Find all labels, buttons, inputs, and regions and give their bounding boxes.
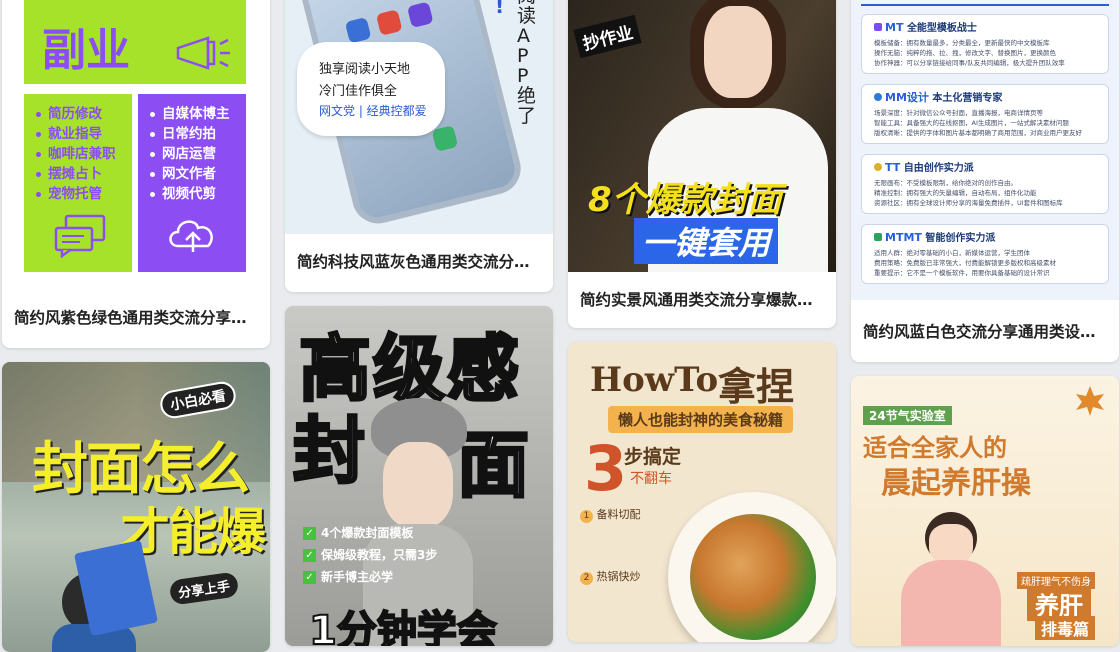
step-subtext: 不翻车 bbox=[630, 471, 672, 487]
bubble-line: 独享阅读小天地 bbox=[319, 62, 411, 77]
step1-label: 1 备料切配 bbox=[580, 506, 641, 523]
exclamation-mark: ! bbox=[495, 0, 505, 18]
tool-icon bbox=[874, 23, 882, 31]
step2-label: 2 热锅快炒 bbox=[580, 568, 641, 585]
tool-item: MTMT 智能创作实力派 适用人群：绝对零基础的小白，新媒体运营，学生团体 费用… bbox=[861, 224, 1109, 284]
left-list-panel: 简历修改 就业指导 咖啡店兼职 摆摊占卜 宠物托管 bbox=[24, 94, 132, 272]
card-thumbnail[interactable]: 抄作业 8个爆款封面 一键套用 bbox=[568, 0, 836, 272]
check-icon: ✓ bbox=[303, 571, 316, 584]
headline-line2: 封 bbox=[291, 408, 366, 495]
template-card[interactable]: 高级感 封 面 ✓ 4个爆款封面模板 ✓ 保姆级教程，只需3步 ✓ 新手博主必学 1分… bbox=[285, 306, 553, 646]
bottom-text: 1分钟学会 bbox=[308, 607, 498, 646]
list-item: 网店运营 bbox=[150, 144, 230, 164]
maple-leaf-icon bbox=[1076, 386, 1104, 416]
check-item: ✓ 保姆级教程，只需3步 bbox=[303, 546, 437, 563]
headline-text: 8个爆款封面 bbox=[588, 180, 782, 220]
bubble-line: 网文党 | 经典控都爱 bbox=[319, 104, 427, 118]
card-title[interactable]: 简约风蓝白色交流分享通用类设计工具小红书封面 bbox=[863, 320, 1107, 342]
check-item: ✓ 新手博主必学 bbox=[303, 568, 393, 585]
tool-item: MM设计 本土化营销专家 场景深度：针对微信公众号封面，直播海报，电商详情页等 … bbox=[861, 84, 1109, 144]
speech-bubble: 独享阅读小天地 冷门佳作俱全 网文党 | 经典控都爱 bbox=[297, 42, 445, 136]
bubble-line: 冷门佳作俱全 bbox=[319, 84, 398, 99]
person-with-folder bbox=[32, 532, 158, 652]
title-a: HowTo bbox=[590, 360, 719, 400]
list-item: 就业指导 bbox=[36, 124, 116, 144]
check-icon: ✓ bbox=[303, 549, 316, 562]
chat-bubbles-icon bbox=[54, 214, 106, 258]
card-title[interactable]: 简约风紫色绿色通用类交流分享副业赚钱小红书封面 bbox=[14, 306, 258, 328]
headline-line2: 晨起养肝操 bbox=[881, 466, 1031, 501]
tool-icon bbox=[874, 93, 882, 101]
template-card[interactable]: HowTo 拿捏 懒人也能封神的美食秘籍 3 步搞定 不翻车 1 备料切配 2 … bbox=[568, 342, 836, 642]
list-item: 咖啡店兼职 bbox=[36, 144, 116, 164]
title-b: 拿捏 bbox=[718, 365, 795, 409]
list-item: 网文作者 bbox=[150, 164, 230, 184]
tool-item: TT 自由创作实力派 无限画布：不受模板限制，给你绝对的创作自由。 精准控制：拥… bbox=[861, 154, 1109, 214]
tool-icon bbox=[874, 163, 882, 171]
ribbon-text: 懒人也能封神的美食秘籍 bbox=[608, 406, 794, 433]
template-card[interactable]: 24节气实验室 适合全家人的 晨起养肝操 疏肝理气不伤身 养肝 排毒篇 bbox=[851, 376, 1119, 646]
check-icon: ✓ bbox=[303, 527, 316, 540]
template-card[interactable]: 小白必看 封面怎么 才能爆 分享上手 bbox=[2, 362, 270, 652]
list-item: 日常约拍 bbox=[150, 124, 230, 144]
card-thumbnail[interactable]: 24节气实验室 适合全家人的 晨起养肝操 疏肝理气不伤身 养肝 排毒篇 bbox=[851, 376, 1119, 646]
subheadline-text: 一键套用 bbox=[634, 218, 779, 264]
list-item: 摆摊占卜 bbox=[36, 164, 116, 184]
list-item: 简历修改 bbox=[36, 104, 116, 124]
template-card[interactable]: MT 全能型模板战士 模板储备：拥有数量最多，分类最全，更新最快的中文模板库 操… bbox=[851, 0, 1119, 362]
template-card[interactable]: 抄作业 8个爆款封面 一键套用 简约实景风通用类交流分享爆款封面抄作业小红书封面 bbox=[568, 0, 836, 328]
template-card[interactable]: 独享阅读小天地 冷门佳作俱全 网文党 | 经典控都爱 ! 阅读APP绝了 简约科… bbox=[285, 0, 553, 292]
megaphone-icon bbox=[176, 36, 230, 70]
card-thumbnail[interactable]: 高级感 封 面 ✓ 4个爆款封面模板 ✓ 保姆级教程，只需3步 ✓ 新手博主必学 1分… bbox=[285, 306, 553, 646]
tool-item: MT 全能型模板战士 模板储备：拥有数量最多，分类最全，更新最快的中文模板库 操… bbox=[861, 14, 1109, 74]
big-number: 3 bbox=[584, 432, 628, 505]
card-title[interactable]: 简约实景风通用类交流分享爆款封面抄作业小红书封面 bbox=[580, 288, 824, 310]
template-card[interactable]: 副业 简历修改 就业指导 咖啡店兼职 摆摊占卜 宠物托管 自媒体博主 日常约拍 … bbox=[2, 0, 270, 348]
check-item: ✓ 4个爆款封面模板 bbox=[303, 524, 413, 541]
list-item: 宠物托管 bbox=[36, 184, 116, 204]
top-bar bbox=[861, 0, 1109, 6]
card-thumbnail[interactable]: 独享阅读小天地 冷门佳作俱全 网文党 | 经典控都爱 ! 阅读APP绝了 bbox=[285, 0, 553, 234]
cloud-upload-icon bbox=[169, 220, 213, 252]
food-plate bbox=[668, 492, 836, 642]
vertical-side-text: 阅读APP绝了 bbox=[517, 0, 537, 127]
right-list-panel: 自媒体博主 日常约拍 网店运营 网文作者 视频代剪 bbox=[138, 94, 246, 272]
tag-text: 24节气实验室 bbox=[863, 406, 952, 425]
stamp-line2: 排毒篇 bbox=[1035, 616, 1096, 640]
figure-illustration bbox=[891, 502, 1011, 646]
card-thumbnail[interactable]: 小白必看 封面怎么 才能爆 分享上手 bbox=[2, 362, 270, 652]
card-thumbnail[interactable]: MT 全能型模板战士 模板储备：拥有数量最多，分类最全，更新最快的中文模板库 操… bbox=[851, 0, 1119, 300]
card-thumbnail[interactable]: HowTo 拿捏 懒人也能封神的美食秘籍 3 步搞定 不翻车 1 备料切配 2 … bbox=[568, 342, 836, 642]
list-item: 视频代剪 bbox=[150, 184, 230, 204]
card-title[interactable]: 简约科技风蓝灰色通用类交流分享阅读APP小红书封面 bbox=[297, 250, 541, 272]
headline-block: 副业 bbox=[24, 0, 246, 84]
tag-text: 抄作业 bbox=[573, 14, 642, 59]
tool-icon bbox=[874, 233, 882, 241]
headline-text: 副业 bbox=[42, 25, 130, 76]
step-text: 步搞定 bbox=[624, 446, 682, 468]
list-item: 自媒体博主 bbox=[150, 104, 230, 124]
card-thumbnail[interactable]: 副业 简历修改 就业指导 咖啡店兼职 摆摊占卜 宠物托管 自媒体博主 日常约拍 … bbox=[2, 0, 270, 280]
sticker-text: 分享上手 bbox=[168, 571, 240, 606]
